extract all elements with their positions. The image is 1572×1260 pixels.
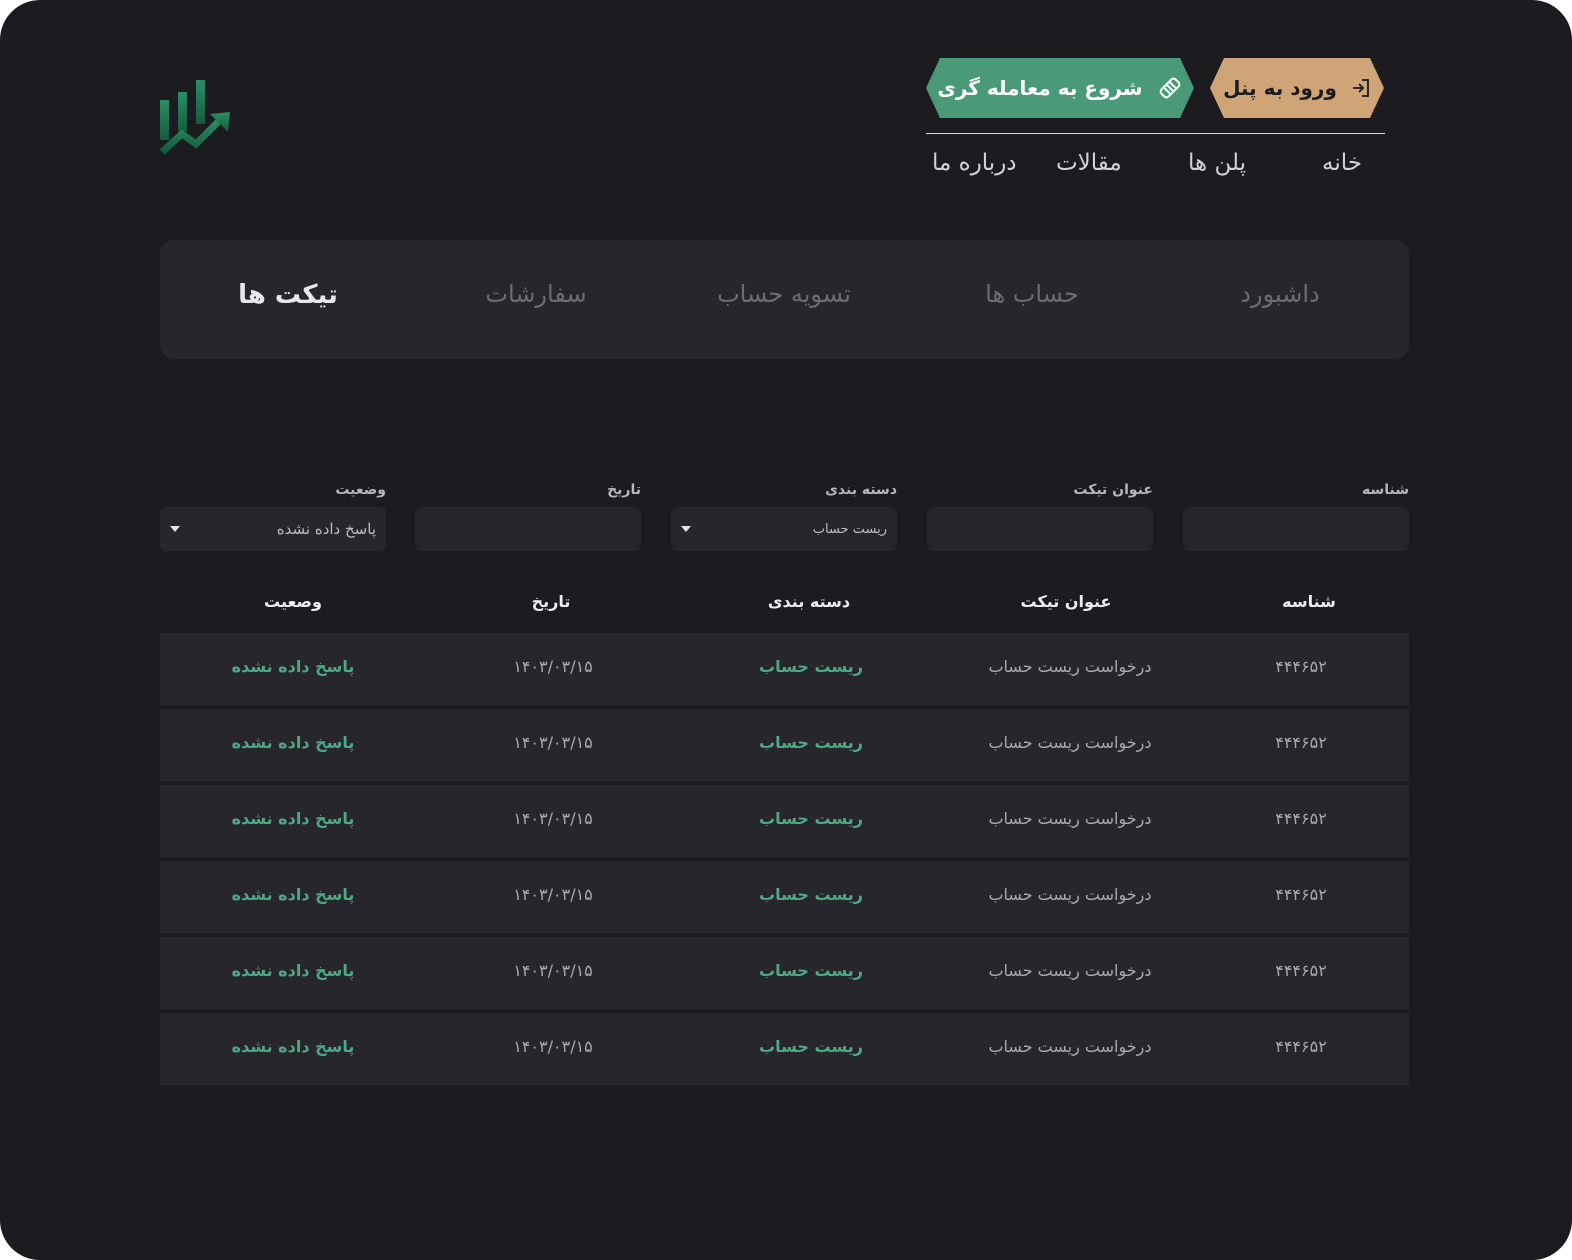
cell-id: ۴۴۴۶۵۲ (1275, 733, 1327, 752)
login-panel-button[interactable]: ورود به پنل (1210, 58, 1384, 118)
nav-item-plans[interactable]: پلن ها (1188, 150, 1246, 176)
cell-date: ۱۴۰۳/۰۳/۱۵ (513, 885, 593, 904)
filter-status-select[interactable]: پاسخ داده نشده (160, 507, 386, 551)
main-nav: خانه پلن ها مقالات درباره ما (926, 150, 1385, 190)
cell-id: ۴۴۴۶۵۲ (1275, 657, 1327, 676)
tab-accounts[interactable]: حساب ها (907, 280, 1157, 308)
login-panel-label: ورود به پنل (1223, 76, 1337, 100)
tab-bar: داشبورد حساب ها تسویه حساب سفارشات تیکت … (160, 240, 1409, 359)
cell-title: درخواست ریست حساب (988, 733, 1152, 752)
filter-date-input[interactable] (415, 507, 641, 551)
filter-title-label: عنوان تیکت (1073, 482, 1153, 498)
column-header-status: وصعیت (264, 592, 322, 611)
cell-id: ۴۴۴۶۵۲ (1275, 809, 1327, 828)
table-row[interactable]: ۴۴۴۶۵۲ درخواست ریست حساب ریست حساب ۱۴۰۳/… (160, 785, 1409, 857)
cell-category: ریست حساب (759, 885, 863, 904)
cell-status: پاسخ داده نشده (231, 733, 355, 752)
tab-orders[interactable]: سفارشات (411, 280, 661, 308)
table-row[interactable]: ۴۴۴۶۵۲ درخواست ریست حساب ریست حساب ۱۴۰۳/… (160, 1013, 1409, 1085)
filter-category-label: دسته بندی (825, 482, 897, 498)
filter-category-value: ریست حساب (812, 521, 887, 537)
cell-date: ۱۴۰۳/۰۳/۱۵ (513, 733, 593, 752)
login-icon (1351, 78, 1371, 98)
header-divider (926, 133, 1385, 134)
table-row[interactable]: ۴۴۴۶۵۲ درخواست ریست حساب ریست حساب ۱۴۰۳/… (160, 633, 1409, 705)
column-header-title: عنوان تیکت (1020, 592, 1112, 611)
cell-status: پاسخ داده نشده (231, 809, 355, 828)
table-row[interactable]: ۴۴۴۶۵۲ درخواست ریست حساب ریست حساب ۱۴۰۳/… (160, 861, 1409, 933)
cell-status: پاسخ داده نشده (231, 885, 355, 904)
filter-title-input[interactable] (927, 507, 1153, 551)
caret-down-icon (170, 526, 180, 532)
handshake-icon (1157, 75, 1183, 101)
filter-status-label: وضعیت (335, 482, 386, 498)
cell-date: ۱۴۰۳/۰۳/۱۵ (513, 961, 593, 980)
cell-category: ریست حساب (759, 961, 863, 980)
cell-date: ۱۴۰۳/۰۳/۱۵ (513, 657, 593, 676)
tab-dashboard[interactable]: داشبورد (1155, 280, 1405, 308)
filter-id-label: شناسه (1362, 482, 1409, 498)
cell-category: ریست حساب (759, 657, 863, 676)
cell-date: ۱۴۰۳/۰۳/۱۵ (513, 809, 593, 828)
cell-id: ۴۴۴۶۵۲ (1275, 885, 1327, 904)
cell-title: درخواست ریست حساب (988, 1037, 1152, 1056)
column-header-category: دسته بندی (767, 592, 851, 611)
filter-status-value: پاسخ داده نشده (276, 520, 376, 538)
cell-title: درخواست ریست حساب (988, 961, 1152, 980)
column-header-date: تاریخ (531, 592, 571, 611)
ticket-table: ۴۴۴۶۵۲ درخواست ریست حساب ریست حساب ۱۴۰۳/… (160, 633, 1409, 1089)
column-header-id: شناسه (1282, 592, 1336, 611)
cell-title: درخواست ریست حساب (988, 657, 1152, 676)
filter-id-input[interactable] (1183, 507, 1409, 551)
table-header: شناسه عنوان تیکت دسته بندی تاریخ وصعیت (160, 588, 1409, 622)
cell-category: ریست حساب (759, 1037, 863, 1056)
cell-status: پاسخ داده نشده (231, 1037, 355, 1056)
cell-category: ریست حساب (759, 733, 863, 752)
cell-title: درخواست ریست حساب (988, 885, 1152, 904)
filter-category-select[interactable]: ریست حساب (671, 507, 897, 551)
nav-item-home[interactable]: خانه (1322, 150, 1362, 176)
cell-category: ریست حساب (759, 809, 863, 828)
app-window: ورود به پنل شروع به معامله گری خانه پلن … (0, 0, 1572, 1260)
start-trading-label: شروع به معامله گری (937, 76, 1143, 100)
tab-tickets[interactable]: تیکت ها (163, 280, 413, 310)
cell-title: درخواست ریست حساب (988, 809, 1152, 828)
nav-item-articles[interactable]: مقالات (1056, 150, 1122, 176)
nav-item-about[interactable]: درباره ما (932, 150, 1017, 176)
table-row[interactable]: ۴۴۴۶۵۲ درخواست ریست حساب ریست حساب ۱۴۰۳/… (160, 937, 1409, 1009)
cell-status: پاسخ داده نشده (231, 657, 355, 676)
table-row[interactable]: ۴۴۴۶۵۲ درخواست ریست حساب ریست حساب ۱۴۰۳/… (160, 709, 1409, 781)
cell-id: ۴۴۴۶۵۲ (1275, 1037, 1327, 1056)
start-trading-button[interactable]: شروع به معامله گری (926, 58, 1194, 118)
caret-down-icon (681, 526, 691, 532)
tab-settlement[interactable]: تسویه حساب (659, 280, 909, 308)
cell-id: ۴۴۴۶۵۲ (1275, 961, 1327, 980)
cell-date: ۱۴۰۳/۰۳/۱۵ (513, 1037, 593, 1056)
logo-icon[interactable] (158, 78, 232, 158)
cell-status: پاسخ داده نشده (231, 961, 355, 980)
filter-date-label: تاریخ (607, 482, 641, 498)
